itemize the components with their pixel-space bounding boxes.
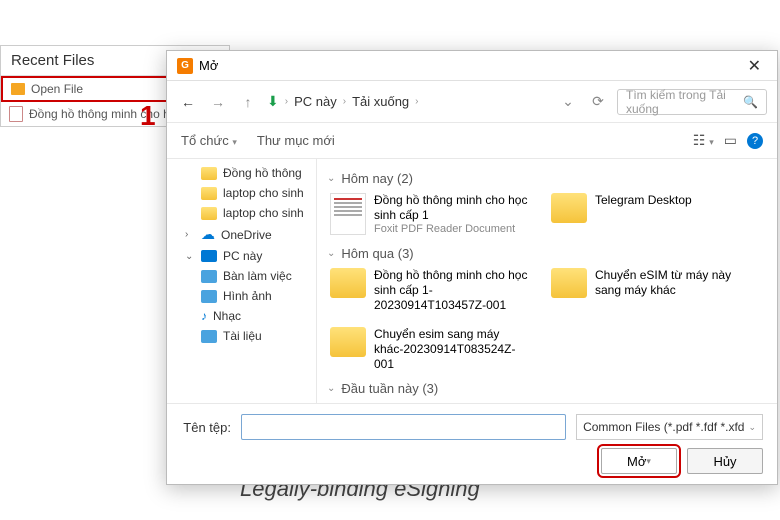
annotation-1: 1 <box>140 100 156 132</box>
group-label: Đầu tuần này (3) <box>341 381 438 396</box>
folder-icon <box>330 327 366 357</box>
tree-item[interactable]: laptop cho sinh <box>167 203 316 223</box>
tree-label: laptop cho sinh <box>223 186 304 200</box>
open-file-label: Open File <box>31 82 83 96</box>
help-icon[interactable]: ? <box>747 133 763 149</box>
file-item[interactable]: Đồng hồ thông minh cho học sinh cấp 1-20… <box>327 265 532 316</box>
file-name: Đồng hồ thông minh cho học sinh cấp 1-20… <box>374 268 529 313</box>
tree-item[interactable]: Hình ảnh <box>167 286 316 306</box>
tree-label: Đồng hồ thông <box>223 166 302 180</box>
pdf-file-icon <box>9 106 23 122</box>
folder-icon <box>201 207 217 220</box>
dialog-toolbar: Tổ chức ▾ Thư mục mới ☷ ▾ ▭ ? <box>167 123 777 159</box>
folder-open-icon <box>11 83 25 95</box>
tree-label: laptop cho sinh <box>223 206 304 220</box>
tree-label: Hình ảnh <box>223 289 272 303</box>
folder-icon <box>201 187 217 200</box>
tree-label: Tài liệu <box>223 329 262 343</box>
breadcrumb[interactable]: ⬇ › PC này › Tải xuống › <box>267 93 549 110</box>
filetype-select[interactable]: Common Files (*.pdf *.fdf *.xfd ⌄ <box>576 414 763 440</box>
chevron-down-icon: ⌄ <box>327 248 335 259</box>
file-item[interactable]: Chuyển eSIM từ máy này sang máy khác <box>548 265 753 316</box>
tree-item[interactable]: Tài liệu <box>167 326 316 346</box>
recent-files-title: Recent Files <box>11 52 94 69</box>
tree-label: PC này <box>223 249 262 263</box>
group-label: Hôm qua (3) <box>341 246 413 261</box>
view-options-icon[interactable]: ☷ ▾ <box>693 132 714 149</box>
file-name: Chuyển eSIM từ máy này sang máy khác <box>595 268 750 298</box>
search-input[interactable]: Tìm kiếm trong Tải xuống 🔍 <box>617 89 767 115</box>
download-icon: ⬇ <box>267 93 279 110</box>
preview-pane-icon[interactable]: ▭ <box>724 132 737 149</box>
folder-icon <box>551 193 587 223</box>
file-item[interactable]: Chuyển esim sang máy khác-20230914T08352… <box>327 324 532 375</box>
chevron-down-icon: ⌄ <box>327 173 335 184</box>
search-placeholder: Tìm kiếm trong Tải xuống <box>626 88 743 116</box>
file-group-header[interactable]: ⌄ Đầu tuần này (3) <box>327 381 767 396</box>
close-icon[interactable]: ✕ <box>742 54 767 78</box>
tree-label: Nhạc <box>213 309 241 323</box>
group-label: Hôm nay (2) <box>341 171 413 186</box>
file-name: Đồng hồ thông minh cho học sinh cấp 1 <box>374 193 529 223</box>
pdf-thumb-icon <box>330 193 366 235</box>
folder-icon <box>201 167 217 180</box>
folder-icon <box>330 268 366 298</box>
open-file-dialog: G Mở ✕ ← → ↑ ⬇ › PC này › Tải xuống › ⌄ … <box>166 50 778 485</box>
file-name: Chuyển esim sang máy khác-20230914T08352… <box>374 327 529 372</box>
tree-label: Bàn làm việc <box>223 269 292 283</box>
file-list: ⌄ Hôm nay (2) Đồng hồ thông minh cho học s… <box>317 159 777 403</box>
tree-item[interactable]: ♪ Nhạc <box>167 306 316 326</box>
tree-item[interactable]: Đồng hồ thông <box>167 163 316 183</box>
file-group-header[interactable]: ⌄ Hôm nay (2) <box>327 171 767 186</box>
dialog-footer: Tên tệp: Common Files (*.pdf *.fdf *.xfd… <box>167 403 777 484</box>
filename-input[interactable] <box>241 414 566 440</box>
file-name: Telegram Desktop <box>595 193 692 208</box>
cloud-icon: ☁ <box>201 226 215 243</box>
file-item[interactable]: Đồng hồ thông minh cho học sinh cấp 1Fox… <box>327 190 532 240</box>
tree-item[interactable]: › ☁ OneDrive <box>167 223 316 246</box>
organize-button[interactable]: Tổ chức ▾ <box>181 133 237 148</box>
tree-item[interactable]: laptop cho sinh <box>167 183 316 203</box>
chevron-down-icon: ⌄ <box>748 422 756 433</box>
recent-document-label: Đồng hồ thông minh cho học <box>29 107 182 121</box>
dialog-titlebar: G Mở ✕ <box>167 51 777 81</box>
file-type: Foxit PDF Reader Document <box>374 223 529 237</box>
foxit-icon: G <box>177 58 193 74</box>
tree-item[interactable]: Bàn làm việc <box>167 266 316 286</box>
tree-label: OneDrive <box>221 228 272 242</box>
expand-icon[interactable]: ⌄ <box>185 251 195 262</box>
chevron-right-icon: › <box>343 96 346 107</box>
expand-icon[interactable]: › <box>185 229 195 240</box>
folder-tree: Đồng hồ thông laptop cho sinh laptop cho s… <box>167 159 317 403</box>
nav-forward-icon[interactable]: → <box>207 91 229 113</box>
filename-label: Tên tệp: <box>181 420 231 435</box>
chevron-right-icon: › <box>415 96 418 107</box>
pc-icon <box>201 250 217 262</box>
folder-icon <box>201 290 217 303</box>
refresh-icon[interactable]: ⟳ <box>587 91 609 113</box>
tree-item[interactable]: ⌄ PC này <box>167 246 316 266</box>
folder-icon <box>201 330 217 343</box>
chevron-down-icon: ⌄ <box>327 383 335 394</box>
breadcrumb-root[interactable]: PC này <box>294 94 337 109</box>
nav-up-icon[interactable]: ↑ <box>237 91 259 113</box>
chevron-down-icon: ▾ <box>232 137 237 147</box>
open-button[interactable]: Mở ▾ <box>601 448 677 474</box>
chevron-right-icon: › <box>285 96 288 107</box>
dialog-nav: ← → ↑ ⬇ › PC này › Tải xuống › ⌄ ⟳ Tìm k… <box>167 81 777 123</box>
cancel-button[interactable]: Hủy <box>687 448 763 474</box>
breadcrumb-dropdown-icon[interactable]: ⌄ <box>557 91 579 113</box>
music-icon: ♪ <box>201 309 207 323</box>
file-item[interactable]: Telegram Desktop <box>548 190 753 240</box>
nav-back-icon[interactable]: ← <box>177 91 199 113</box>
breadcrumb-folder[interactable]: Tải xuống <box>352 94 409 109</box>
search-icon: 🔍 <box>743 95 758 109</box>
file-group-header[interactable]: ⌄ Hôm qua (3) <box>327 246 767 261</box>
new-folder-button[interactable]: Thư mục mới <box>257 133 335 148</box>
dialog-title: Mở <box>199 58 218 73</box>
folder-icon <box>551 268 587 298</box>
folder-icon <box>201 270 217 283</box>
filetype-value: Common Files (*.pdf *.fdf *.xfd <box>583 420 744 434</box>
